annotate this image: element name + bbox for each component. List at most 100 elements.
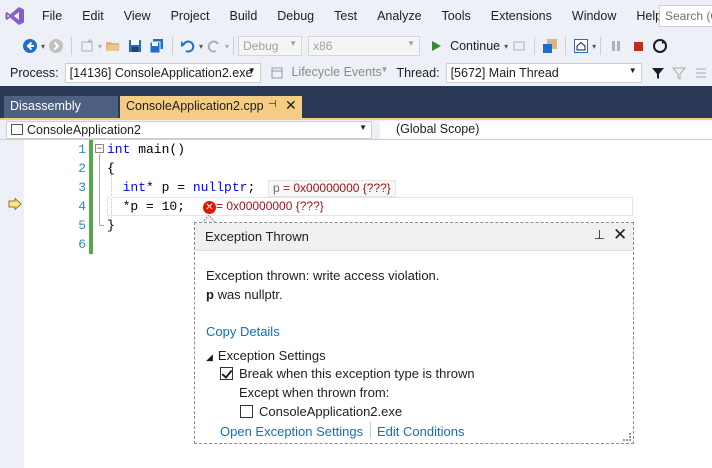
continue-button[interactable]: Continue [450, 39, 500, 53]
search-input[interactable]: Search (C [659, 5, 712, 27]
toolbar-separator [233, 37, 235, 55]
toolbar-separator [172, 37, 174, 55]
exception-settings-header[interactable]: ◢ Exception Settings [206, 348, 326, 363]
checkbox-checked[interactable] [220, 367, 233, 380]
line-number: 1 [78, 142, 86, 157]
link-separator [370, 422, 371, 438]
outline-guide-end [99, 225, 104, 226]
document-well-band [0, 86, 712, 96]
collapse-icon[interactable]: − [95, 144, 104, 153]
save-icon[interactable] [125, 36, 145, 56]
menu-tools[interactable]: Tools [432, 0, 481, 32]
variable-name: p [206, 287, 214, 302]
redo-icon[interactable] [204, 36, 224, 56]
toolbar-separator [71, 37, 73, 55]
chevron-down-icon: ▼ [359, 123, 367, 132]
module-checkbox[interactable]: ConsoleApplication2.exe [240, 404, 402, 419]
resize-grip-icon[interactable] [623, 433, 631, 441]
line-number: 6 [78, 237, 86, 252]
checkbox-unchecked[interactable] [240, 405, 253, 418]
tab-consoleapplication2-cpp[interactable]: ConsoleApplication2.cpp ⊣ ✕ [120, 96, 302, 118]
close-icon[interactable]: ✕ [285, 97, 297, 114]
edit-conditions-link[interactable]: Edit Conditions [377, 424, 464, 439]
glyph-margin[interactable] [0, 140, 24, 468]
standard-toolbar: ▾ ▾ ▾ ▾ Debug ▼ x86 ▼ Continue ▾ ▾ [0, 32, 712, 60]
stack-frame-icon[interactable] [691, 63, 711, 83]
menu-view[interactable]: View [114, 0, 161, 32]
process-select[interactable]: [14136] ConsoleApplication2.exe ▼ [64, 63, 261, 83]
toolbar-separator [600, 37, 602, 55]
pause-icon[interactable] [606, 36, 626, 56]
home-icon[interactable] [571, 36, 591, 56]
menu-test[interactable]: Test [324, 0, 367, 32]
outline-guide [99, 154, 100, 226]
instruction-pointer-icon [8, 198, 22, 210]
chevron-down-icon: ▼ [380, 65, 389, 74]
forward-icon[interactable] [46, 36, 66, 56]
error-icon[interactable]: ✕ [203, 201, 216, 214]
lifecycle-events-select[interactable]: Lifecycle Events ▼ [287, 63, 392, 83]
menu-extensions[interactable]: Extensions [481, 0, 562, 32]
tab-disassembly[interactable]: Disassembly [4, 96, 118, 118]
exception-message-line-2: p was nullptr. [206, 287, 283, 302]
open-exception-settings-link[interactable]: Open Exception Settings [220, 424, 363, 439]
line-number: 5 [78, 218, 86, 233]
lifecycle-events-icon [267, 63, 287, 83]
navigation-bar: ConsoleApplication2 ▼ (Global Scope) [0, 120, 712, 140]
toolbar-separator [565, 37, 567, 55]
process-label: Process: [10, 66, 59, 80]
inline-value-p[interactable]: p = 0x00000000 {???} [268, 180, 396, 197]
project-select[interactable]: ConsoleApplication2 ▼ [6, 121, 372, 139]
pin-icon[interactable]: ⊣ [268, 99, 277, 110]
menu-debug[interactable]: Debug [267, 0, 324, 32]
close-icon[interactable]: ✕ [613, 225, 627, 245]
menu-window[interactable]: Window [562, 0, 626, 32]
thread-label: Thread: [396, 66, 440, 80]
line-number: 2 [78, 161, 86, 176]
menu-bar: File Edit View Project Build Debug Test … [0, 0, 712, 32]
break-when-thrown-checkbox[interactable]: Break when this exception type is thrown [220, 366, 475, 381]
code-line-3: int* p = nullptr; [122, 180, 256, 195]
solution-platform-select[interactable]: x86 ▼ [308, 36, 421, 56]
expand-triangle-icon: ◢ [206, 352, 213, 362]
attach-icon[interactable] [509, 36, 529, 56]
undo-icon[interactable] [178, 36, 198, 56]
stop-icon[interactable] [628, 36, 648, 56]
debug-location-bar: Process: [14136] ConsoleApplication2.exe… [0, 60, 712, 86]
scope-select[interactable]: (Global Scope) [380, 121, 712, 139]
new-project-icon[interactable] [77, 36, 97, 56]
line-numbers: 1 2 3 4 5 6 [60, 140, 86, 254]
inline-value-deref[interactable]: = 0x00000000 {???} [216, 199, 324, 214]
code-line-2: { [107, 161, 115, 176]
exception-title: Exception Thrown [205, 229, 309, 244]
menu-edit[interactable]: Edit [72, 0, 114, 32]
code-editor[interactable]: 1 2 3 4 5 6 − int main() { int* p = null… [0, 140, 712, 468]
thread-select[interactable]: [5672] Main Thread ▼ [445, 63, 642, 83]
except-when-label: Except when thrown from: [239, 385, 390, 400]
code-line-1: int main() [107, 142, 186, 157]
play-icon[interactable] [426, 36, 446, 56]
exception-message: Exception thrown: write access violation… [206, 266, 439, 304]
exception-message-line-1: Exception thrown: write access violation… [206, 268, 440, 283]
menu-file[interactable]: File [30, 0, 72, 32]
copy-details-link[interactable]: Copy Details [206, 324, 280, 339]
open-folder-icon[interactable] [103, 36, 123, 56]
document-tabs: Disassembly ConsoleApplication2.cpp ⊣ ✕ [0, 96, 712, 118]
back-icon[interactable] [20, 36, 40, 56]
restart-icon[interactable] [650, 36, 670, 56]
pin-icon[interactable]: ⊥ [594, 227, 605, 243]
menu-build[interactable]: Build [219, 0, 267, 32]
menu-analyze[interactable]: Analyze [367, 0, 431, 32]
browser-link-icon[interactable] [540, 36, 560, 56]
line-number: 3 [78, 180, 86, 195]
toolbar-separator [534, 37, 536, 55]
flag-threads-icon[interactable] [669, 63, 689, 83]
menu-project[interactable]: Project [161, 0, 220, 32]
save-all-icon[interactable] [147, 36, 167, 56]
solution-configuration-select[interactable]: Debug ▼ [238, 36, 303, 56]
visual-studio-logo-icon[interactable] [0, 0, 30, 32]
change-tracking-bar [89, 140, 93, 254]
chevron-down-icon: ▼ [628, 66, 637, 75]
line-number: 4 [78, 199, 86, 214]
filter-icon[interactable] [648, 63, 668, 83]
